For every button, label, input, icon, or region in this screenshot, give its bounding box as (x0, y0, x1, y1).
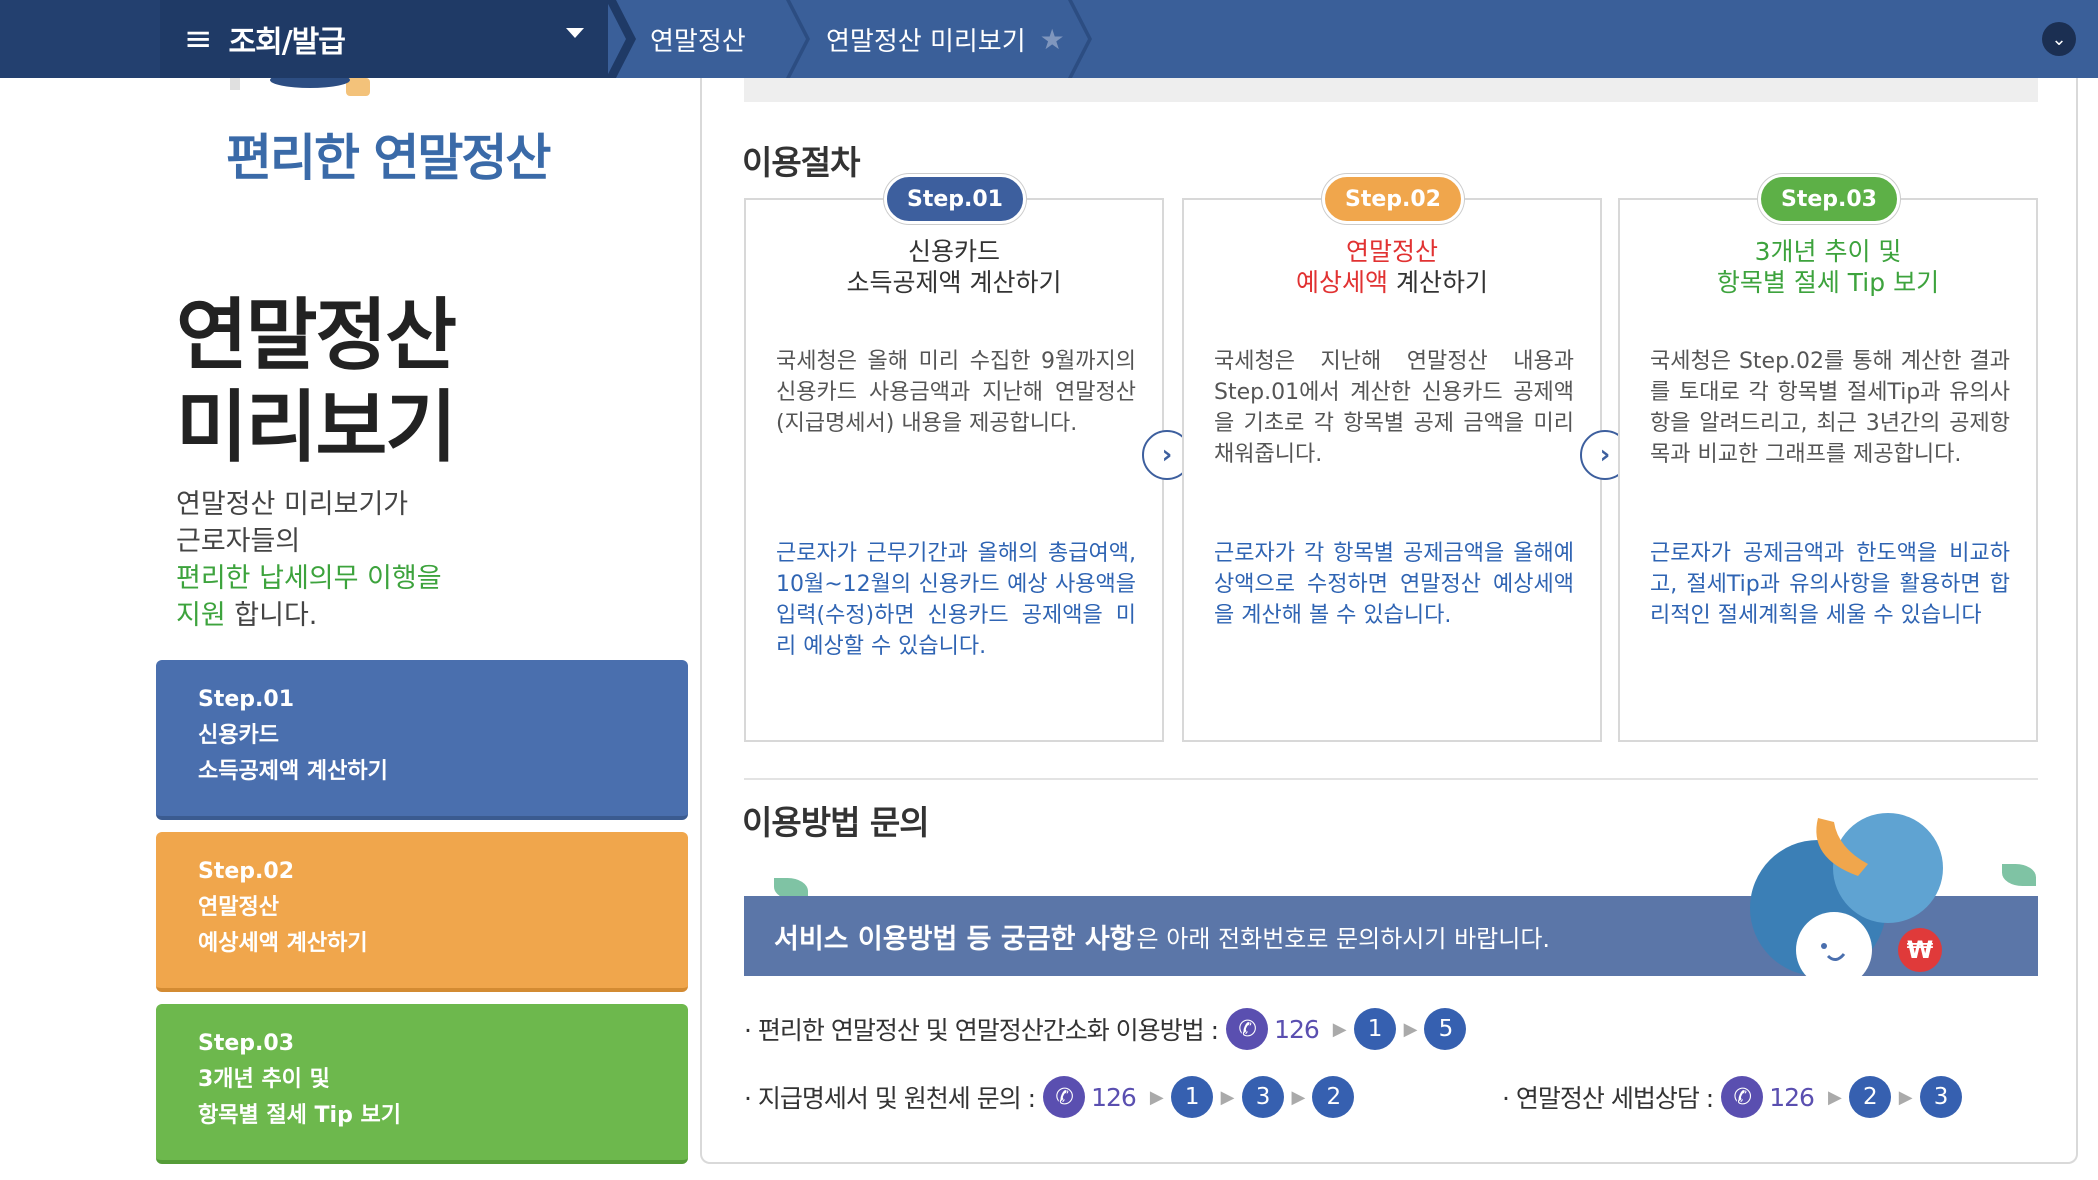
menu-number-badge: 3 (1919, 1076, 1962, 1118)
breadcrumb-item-preview[interactable]: 연말정산 미리보기 ★ (826, 0, 1065, 78)
procedure-box-highlight-text: 근로자가 공제금액과 한도액을 비교하고, 절세Tip과 유의사항을 활용하면 … (1650, 541, 2010, 628)
breadcrumb-separator-icon (786, 0, 810, 78)
procedure-box-heading: 연말정산 예상세액 계산하기 (1184, 236, 1600, 298)
desc-highlight: 지원 (176, 600, 226, 631)
phone-call-illustration-icon: ₩ (1750, 813, 1943, 988)
step-pill-01: Step.01 (884, 174, 1026, 224)
top-navigation-bar: ≡ 조회/발급 연말정산 연말정산 미리보기 ★ ⌄ (0, 0, 2098, 78)
heading-line: 항목별 절세 Tip 보기 (1716, 268, 1940, 297)
contact-label: · 지급명세서 및 원천세 문의 : (744, 1084, 1036, 1113)
heading-line: 3개년 추이 및 (1754, 237, 1902, 266)
arrow-right-icon: ▶ (1827, 1086, 1842, 1108)
star-icon[interactable]: ★ (1040, 23, 1065, 56)
heading-line: 연말정산 (1345, 237, 1438, 266)
menu-dropdown-label: 조회/발급 (228, 25, 346, 60)
arrow-right-icon: ▶ (1403, 1018, 1418, 1040)
step-card-line: 연말정산 (198, 895, 279, 920)
heading-text: 계산하기 (1388, 268, 1488, 297)
arrow-right-icon: ▶ (1898, 1086, 1913, 1108)
banner-highlight: 서비스 이용방법 등 궁금한 사항 (774, 923, 1135, 955)
step-card-line: 신용카드 (198, 723, 279, 748)
breadcrumb-label: 연말정산 미리보기 (826, 26, 1026, 57)
section-divider (744, 778, 2038, 780)
desc-line: 근로자들의 (176, 526, 301, 557)
menu-number-badge: 1 (1353, 1008, 1396, 1050)
step-card-line: 예상세액 계산하기 (198, 931, 368, 956)
phone-number: 126 (1091, 1082, 1137, 1112)
desc-line: 지원 합니다. (176, 597, 442, 634)
desc-text: 합니다. (225, 600, 318, 631)
procedure-box-03: 3개년 추이 및 항목별 절세 Tip 보기 국세청은 Step.02를 통해 … (1618, 198, 2038, 742)
heading-line: 예상세액 계산하기 (1184, 267, 1600, 298)
arrow-right-icon: ▶ (1291, 1086, 1306, 1108)
brand-title: 편리한 연말정산 (226, 129, 551, 187)
heading-line: 소득공제액 계산하기 (846, 268, 1062, 297)
step-card-02[interactable]: Step.02 연말정산 예상세액 계산하기 (156, 832, 688, 992)
procedure-box-highlight-text: 근로자가 근무기간과 올해의 총급여액, 10월~12월의 신용카드 예상 사용… (776, 541, 1136, 659)
menu-number-badge: 2 (1312, 1076, 1355, 1118)
content-panel: 이용절차 신용카드 소득공제액 계산하기 국세청은 올해 미리 수집한 9월까지… (700, 78, 2078, 1164)
procedure-box-heading: 신용카드 소득공제액 계산하기 (746, 236, 1162, 298)
arrow-right-icon: ▶ (1220, 1086, 1235, 1108)
contact-label: · 편리한 연말정산 및 연말정산간소화 이용방법 : (744, 1016, 1219, 1045)
step-card-number: Step.02 (198, 859, 295, 884)
hamburger-icon[interactable]: ≡ (184, 19, 213, 59)
step-pill-03: Step.03 (1758, 174, 1900, 224)
contact-row-tax-law: · 연말정산 세법상담 : ✆ 126 ▶ 2 ▶ 3 (1502, 1076, 1962, 1118)
step-card-line: 항목별 절세 Tip 보기 (198, 1103, 401, 1128)
menu-number-badge: 5 (1424, 1008, 1467, 1050)
menu-number-badge: 1 (1170, 1076, 1213, 1118)
procedure-box-heading: 3개년 추이 및 항목별 절세 Tip 보기 (1620, 236, 2036, 298)
nav-left-area (0, 0, 160, 78)
arrow-right-icon: ▶ (1332, 1018, 1347, 1040)
menu-number-badge: 3 (1241, 1076, 1284, 1118)
breadcrumb-separator-icon (1068, 0, 1092, 78)
page-title-line: 연말정산 (176, 291, 457, 381)
heading-line: 신용카드 (907, 237, 1000, 266)
breadcrumb-label: 연말정산 (650, 26, 746, 57)
desc-line-highlight: 편리한 납세의무 이행을 (176, 563, 442, 594)
leaf-decoration-icon (2002, 864, 2036, 886)
step-card-line: 3개년 추이 및 (198, 1067, 330, 1092)
step-card-number: Step.03 (198, 1031, 295, 1056)
contact-row-withholding: · 지급명세서 및 원천세 문의 : ✆ 126 ▶ 1 ▶ 3 ▶ 2 (744, 1076, 1355, 1118)
step-pill-02: Step.02 (1322, 174, 1464, 224)
menu-dropdown[interactable]: ≡ 조회/발급 (160, 0, 608, 78)
page-title: 연말정산 미리보기 (176, 290, 457, 474)
procedure-box-01: 신용카드 소득공제액 계산하기 국세청은 올해 미리 수집한 9월까지의 신용카… (744, 198, 1164, 742)
breadcrumb-separator-icon (606, 0, 636, 78)
breadcrumb-item-year-end[interactable]: 연말정산 (650, 0, 746, 78)
page-description: 연말정산 미리보기가 근로자들의 편리한 납세의무 이행을 지원 합니다. (176, 486, 442, 634)
arrow-right-icon: ▶ (1149, 1086, 1164, 1108)
svg-text:₩: ₩ (1907, 936, 1934, 964)
step-card-number: Step.01 (198, 687, 295, 712)
procedure-box-text: 국세청은 지난해 연말정산 내용과 Step.01에서 계산한 신용카드 공제액… (1214, 349, 1574, 467)
heading-highlight: 예상세액 (1296, 268, 1389, 297)
step-card-01[interactable]: Step.01 신용카드 소득공제액 계산하기 (156, 660, 688, 820)
phone-number: 126 (1274, 1014, 1320, 1044)
phone-icon: ✆ (1721, 1076, 1764, 1118)
procedure-box-text: 국세청은 Step.02를 통해 계산한 결과를 토대로 각 항목별 절세Tip… (1650, 349, 2010, 467)
procedure-box-text: 국세청은 올해 미리 수집한 9월까지의 신용카드 사용금액과 지난해 연말정산… (776, 349, 1136, 436)
phone-icon: ✆ (1226, 1008, 1269, 1050)
collapse-chevron-icon[interactable]: ⌄ (2042, 22, 2076, 56)
contact-label: · 연말정산 세법상담 : (1502, 1084, 1714, 1113)
procedure-box-02: 연말정산 예상세액 계산하기 국세청은 지난해 연말정산 내용과 Step.01… (1182, 198, 1602, 742)
contact-row-simplified-service: · 편리한 연말정산 및 연말정산간소화 이용방법 : ✆ 126 ▶ 1 ▶ … (744, 1008, 1467, 1050)
inquiry-section-title: 이용방법 문의 (742, 803, 930, 842)
desc-line: 연말정산 미리보기가 (176, 489, 409, 520)
procedure-section-title: 이용절차 (742, 143, 860, 182)
procedure-box-highlight-text: 근로자가 각 항목별 공제금액을 올해예상액으로 수정하면 연말정산 예상세액을… (1214, 541, 1574, 628)
phone-icon: ✆ (1043, 1076, 1086, 1118)
step-card-line: 소득공제액 계산하기 (198, 759, 388, 784)
top-divider-strip (744, 78, 2038, 102)
hero-illustration-icon (230, 78, 370, 96)
menu-number-badge: 2 (1848, 1076, 1891, 1118)
banner-text: 은 아래 전화번호로 문의하시기 바랍니다. (1136, 924, 1551, 953)
chevron-down-icon[interactable] (566, 28, 584, 38)
phone-number: 126 (1769, 1082, 1815, 1112)
step-card-03[interactable]: Step.03 3개년 추이 및 항목별 절세 Tip 보기 (156, 1004, 688, 1164)
page-title-line: 미리보기 (176, 383, 457, 473)
